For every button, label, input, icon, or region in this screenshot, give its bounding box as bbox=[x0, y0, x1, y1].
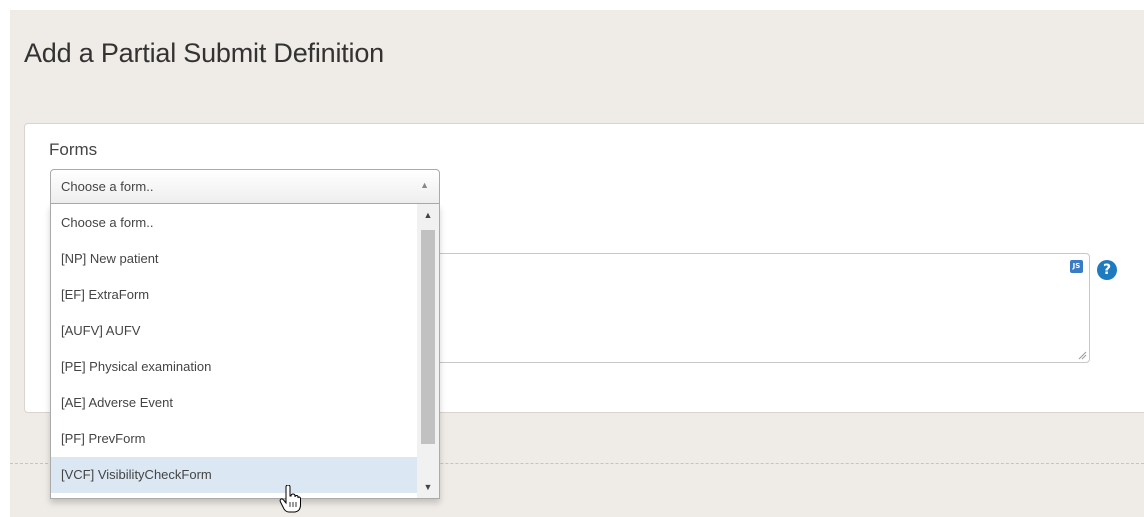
dropdown-scrollbar[interactable]: ▲ ▼ bbox=[417, 204, 439, 498]
dropdown-option[interactable]: [AE] Adverse Event bbox=[51, 385, 418, 421]
forms-label: Forms bbox=[49, 140, 98, 159]
options-container: Choose a form.. [NP] New patient [EF] Ex… bbox=[51, 205, 418, 493]
js-icon[interactable]: JS bbox=[1070, 260, 1083, 273]
dropdown-option[interactable]: Choose a form.. bbox=[51, 205, 418, 241]
dropdown-option-highlighted[interactable]: [VCF] VisibilityCheckForm bbox=[51, 457, 418, 493]
script-textarea[interactable]: JS bbox=[420, 253, 1090, 363]
forms-dropdown-list[interactable]: Choose a form.. [NP] New patient [EF] Ex… bbox=[50, 204, 440, 499]
dropdown-option[interactable]: [AUFV] AUFV bbox=[51, 313, 418, 349]
scroll-down-icon[interactable]: ▼ bbox=[417, 476, 439, 498]
dropdown-option[interactable]: [EF] ExtraForm bbox=[51, 277, 418, 313]
triangle-up-icon: ▲ bbox=[420, 180, 429, 190]
hand-pointer-icon bbox=[279, 485, 301, 513]
scroll-up-icon[interactable]: ▲ bbox=[417, 204, 439, 226]
resize-handle-icon[interactable] bbox=[1077, 350, 1087, 360]
forms-select-value: Choose a form.. bbox=[61, 179, 154, 194]
question-mark-icon[interactable]: ? bbox=[1097, 260, 1117, 280]
dropdown-option[interactable]: [PF] PrevForm bbox=[51, 421, 418, 457]
dropdown-option[interactable]: [PE] Physical examination bbox=[51, 349, 418, 385]
page-title: Add a Partial Submit Definition bbox=[24, 38, 384, 68]
forms-select[interactable]: Choose a form.. ▲ bbox=[50, 169, 440, 204]
dropdown-option[interactable]: [NP] New patient bbox=[51, 241, 418, 277]
scrollbar-thumb[interactable] bbox=[421, 230, 435, 444]
